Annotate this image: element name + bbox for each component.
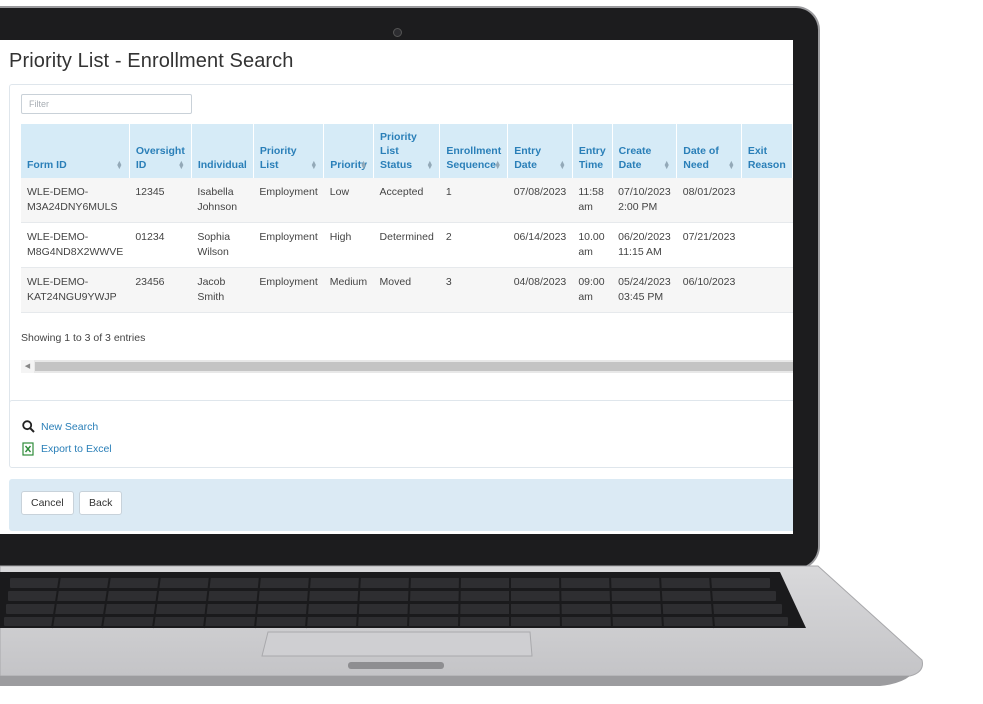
cell-create-date: 05/24/2023 03:45 PM — [612, 267, 677, 313]
cell-priority-list: Employment — [253, 178, 324, 223]
cell-form-id: WLE-DEMO-M8G4ND8X2WWVE — [21, 222, 130, 268]
cell-oversight-id: 01234 — [129, 222, 192, 268]
cell-date-of-need: 07/21/2023 — [676, 222, 742, 268]
scrollbar-thumb[interactable] — [35, 362, 793, 371]
cell-priority: High — [323, 222, 374, 268]
cell-entry-time: 10.00 am — [572, 222, 613, 268]
cell-entry-time: 09:00 am — [572, 267, 613, 313]
sort-icon: ▲ ▼ — [360, 160, 368, 171]
enrollment-table: Form ID ▲ ▼ Oversight ID ▲ ▼ Individual Prio… — [21, 124, 793, 313]
export-excel-link[interactable]: Export to Excel — [22, 442, 112, 456]
col-entry-time[interactable]: Entry Time — [572, 124, 613, 178]
page-title: Priority List - Enrollment Search — [9, 50, 294, 72]
cell-status: Accepted — [373, 178, 440, 223]
cell-create-date: 06/20/2023 11:15 AM — [612, 222, 677, 268]
cell-sequence: 1 — [439, 178, 508, 223]
new-search-link[interactable]: New Search — [22, 420, 98, 433]
new-search-label: New Search — [41, 420, 99, 433]
sort-icon: ▲ ▼ — [310, 160, 318, 171]
cell-priority: Low — [323, 178, 374, 223]
sort-icon: ▲ ▼ — [663, 160, 671, 171]
cell-individual: Isabella Johnson — [191, 178, 254, 223]
cell-entry-date: 04/08/2023 — [507, 267, 573, 313]
horizontal-scrollbar[interactable]: ◀ — [21, 360, 793, 373]
cell-create-date: 07/10/2023 2:00 PM — [612, 178, 677, 223]
col-enrollment-sequence[interactable]: Enrollment Sequence ▲ ▼ — [439, 124, 509, 178]
col-date-of-need[interactable]: Date of Need ▲ ▼ — [676, 124, 742, 178]
cell-form-id: WLE-DEMO-KAT24NGU9YWJP — [21, 267, 130, 313]
sort-icon: ▲ ▼ — [115, 160, 123, 171]
col-priority-list-status[interactable]: Priority List Status ▲ ▼ — [373, 124, 441, 178]
col-create-date[interactable]: Create Date ▲ ▼ — [612, 124, 678, 178]
col-individual[interactable]: Individual — [191, 124, 254, 178]
cell-status: Moved — [373, 267, 440, 313]
col-form-id[interactable]: Form ID ▲ ▼ — [21, 124, 130, 178]
excel-icon — [22, 442, 34, 456]
cell-date-of-need: 08/01/2023 — [676, 178, 742, 223]
table-row[interactable]: WLE-DEMO-KAT24NGU9YWJP 23456 Jacob Smith… — [21, 267, 793, 313]
cell-individual: Jacob Smith — [191, 267, 254, 313]
search-icon — [22, 420, 35, 433]
col-oversight-id[interactable]: Oversight ID ▲ ▼ — [129, 124, 192, 178]
scroll-left-icon[interactable]: ◀ — [21, 360, 34, 373]
cell-exit-reason — [741, 178, 793, 223]
sort-icon: ▲ ▼ — [494, 160, 502, 171]
app-screen: Priority List - Enrollment Search Form I… — [0, 40, 793, 534]
footer-bar: Cancel Back — [9, 479, 793, 531]
col-entry-date[interactable]: Entry Date ▲ ▼ — [507, 124, 573, 178]
cell-sequence: 2 — [439, 222, 508, 268]
col-priority[interactable]: Priority ▲ ▼ — [323, 124, 375, 178]
cell-priority-list: Employment — [253, 267, 324, 313]
cell-form-id: WLE-DEMO-M3A24DNY6MULS — [21, 178, 130, 223]
cell-exit-reason — [741, 267, 793, 313]
sort-icon: ▲ ▼ — [727, 160, 735, 171]
table-row[interactable]: WLE-DEMO-M3A24DNY6MULS 12345 Isabella Jo… — [21, 178, 793, 223]
cell-date-of-need: 06/10/2023 — [676, 267, 742, 313]
camera-icon — [393, 28, 402, 37]
cell-oversight-id: 12345 — [129, 178, 192, 223]
export-excel-label: Export to Excel — [41, 443, 112, 455]
cell-entry-date: 07/08/2023 — [507, 178, 573, 223]
cell-entry-date: 06/14/2023 — [507, 222, 573, 268]
cell-priority-list: Employment — [253, 222, 324, 268]
cell-entry-time: 11:58 am — [572, 178, 613, 223]
table-row[interactable]: WLE-DEMO-M8G4ND8X2WWVE 01234 Sophia Wils… — [21, 222, 793, 268]
cell-individual: Sophia Wilson — [191, 222, 254, 268]
laptop-bezel-bottom — [0, 534, 818, 568]
filter-input[interactable] — [21, 94, 192, 114]
cell-sequence: 3 — [439, 267, 508, 313]
col-priority-list[interactable]: Priority List ▲ ▼ — [253, 124, 325, 178]
table-info: Showing 1 to 3 of 3 entries — [21, 332, 146, 344]
back-button[interactable]: Back — [79, 491, 123, 515]
col-exit-reason[interactable]: Exit Reason — [741, 124, 793, 178]
sort-icon: ▲ ▼ — [426, 160, 434, 171]
actions-panel: New Search Export to Excel — [9, 400, 793, 468]
cell-oversight-id: 23456 — [129, 267, 192, 313]
cancel-button[interactable]: Cancel — [21, 491, 74, 515]
cell-status: Determined — [373, 222, 440, 268]
cell-exit-reason — [741, 222, 793, 268]
sort-icon: ▲ ▼ — [558, 160, 566, 171]
cell-priority: Medium — [323, 267, 374, 313]
sort-icon: ▲ ▼ — [177, 160, 185, 171]
